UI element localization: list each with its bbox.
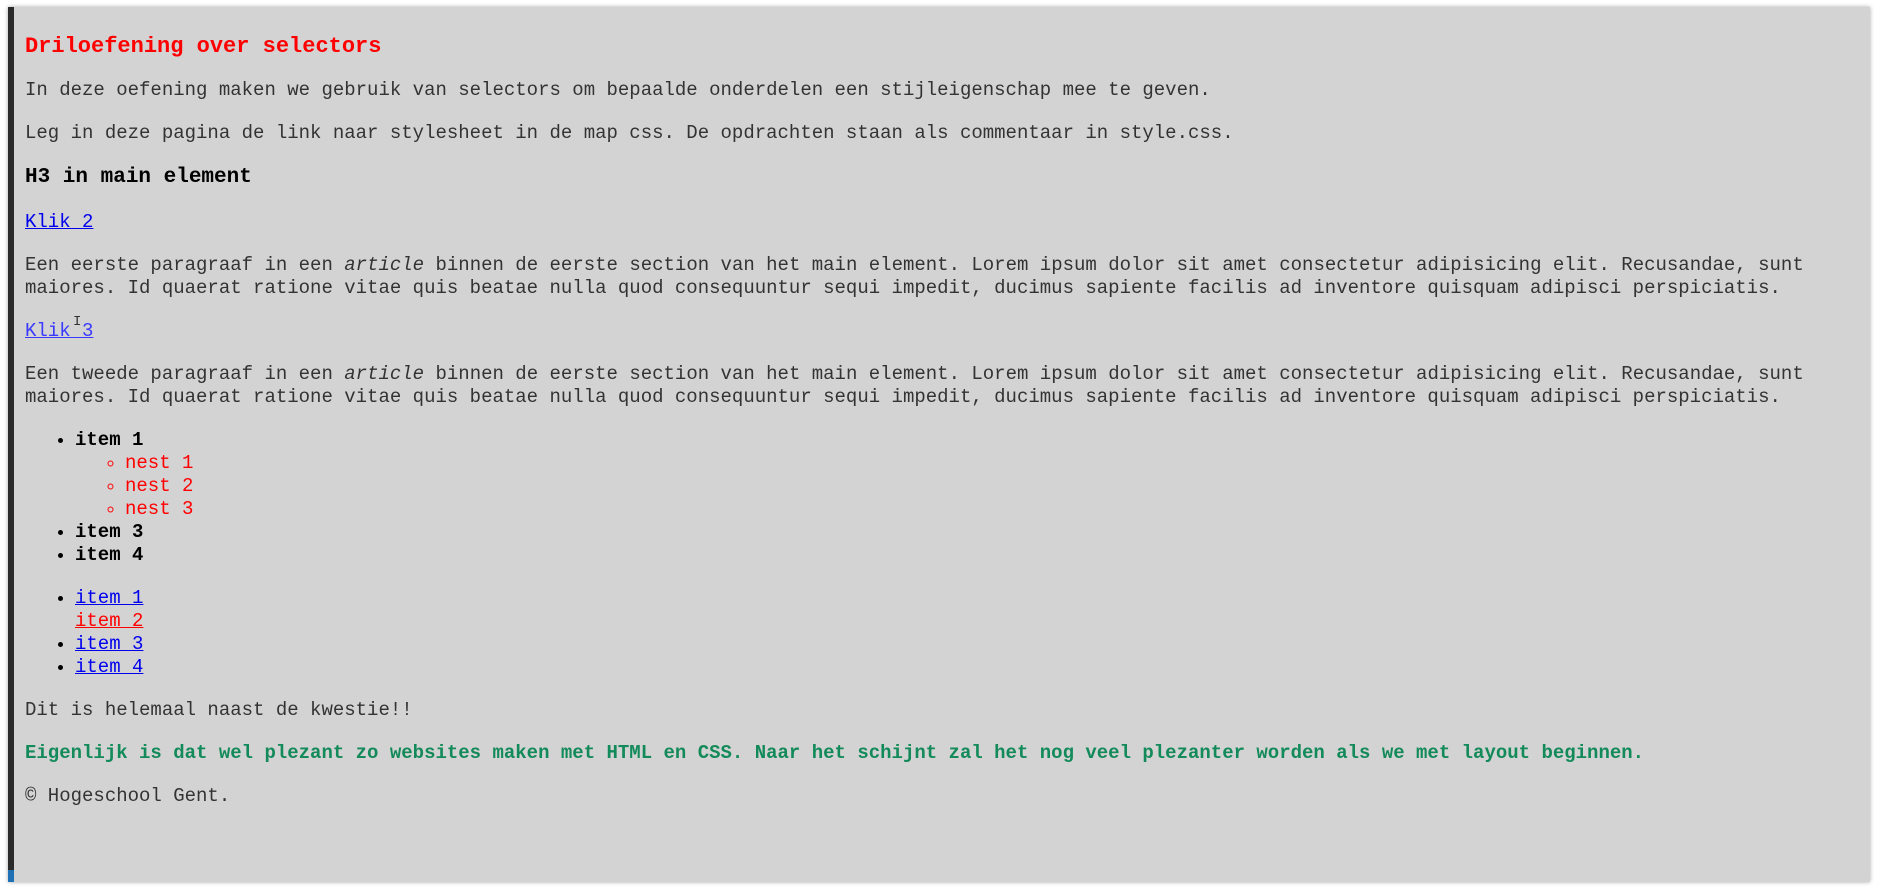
klik-2-wrapper: Klik 2 bbox=[25, 211, 1852, 234]
link-item-4[interactable]: item 4 bbox=[75, 656, 143, 678]
nested-item-3: nest 3 bbox=[125, 498, 1852, 521]
article-paragraph-1-before: Een eerste paragraaf in een bbox=[25, 254, 345, 276]
klik-2-link[interactable]: Klik 2 bbox=[25, 211, 93, 233]
item-list: item 1 nest 1 nest 2 nest 3 item 3 item … bbox=[25, 429, 1852, 567]
klik-3-wrapper: Klik 3 bbox=[25, 320, 1852, 343]
article-paragraph-2-em: article bbox=[344, 363, 425, 385]
list-item-4: item 4 bbox=[75, 544, 1852, 567]
link-list: item 1 item 2 item 3 item 4 bbox=[25, 587, 1852, 679]
list-item-1-label: item 1 bbox=[75, 429, 144, 451]
klik-3-link[interactable]: Klik 3 bbox=[25, 320, 93, 342]
nested-list: nest 1 nest 2 nest 3 bbox=[75, 452, 1852, 521]
article-paragraph-2: Een tweede paragraaf in een article binn… bbox=[25, 363, 1852, 409]
nested-item-1: nest 1 bbox=[125, 452, 1852, 475]
link-list-item-1: item 1 bbox=[75, 587, 1852, 610]
link-item-1[interactable]: item 1 bbox=[75, 587, 143, 609]
intro-paragraph-2: Leg in deze pagina de link naar styleshe… bbox=[25, 122, 1234, 144]
link-list-item-2: item 2 bbox=[75, 610, 1852, 633]
footer-copyright: © Hogeschool Gent. bbox=[25, 785, 231, 807]
nested-item-2: nest 2 bbox=[125, 475, 1852, 498]
list-item-3: item 3 bbox=[75, 521, 1852, 544]
link-item-2[interactable]: item 2 bbox=[75, 610, 143, 632]
link-list-item-3: item 3 bbox=[75, 633, 1852, 656]
article-paragraph-1: Een eerste paragraaf in een article binn… bbox=[25, 254, 1852, 300]
intro-paragraph-1: In deze oefening maken we gebruik van se… bbox=[25, 79, 1211, 101]
article-paragraph-2-before: Een tweede paragraaf in een bbox=[25, 363, 345, 385]
left-edge-bar bbox=[8, 7, 14, 882]
aside-paragraph: Dit is helemaal naast de kwestie!! bbox=[25, 699, 413, 721]
page-frame: Driloefening over selectors In deze oefe… bbox=[8, 7, 1870, 882]
main-heading-h3: H3 in main element bbox=[25, 166, 252, 189]
page-content: Driloefening over selectors In deze oefe… bbox=[25, 7, 1852, 808]
link-list-item-4: item 4 bbox=[75, 656, 1852, 679]
link-item-3[interactable]: item 3 bbox=[75, 633, 143, 655]
left-edge-accent bbox=[8, 870, 14, 882]
list-item-1: item 1 nest 1 nest 2 nest 3 bbox=[75, 429, 1852, 521]
article-paragraph-1-em: article bbox=[344, 254, 425, 276]
highlight-paragraph: Eigenlijk is dat wel plezant zo websites… bbox=[25, 742, 1645, 764]
page-title: Driloefening over selectors bbox=[25, 34, 382, 59]
text-cursor-icon: I bbox=[73, 314, 82, 330]
